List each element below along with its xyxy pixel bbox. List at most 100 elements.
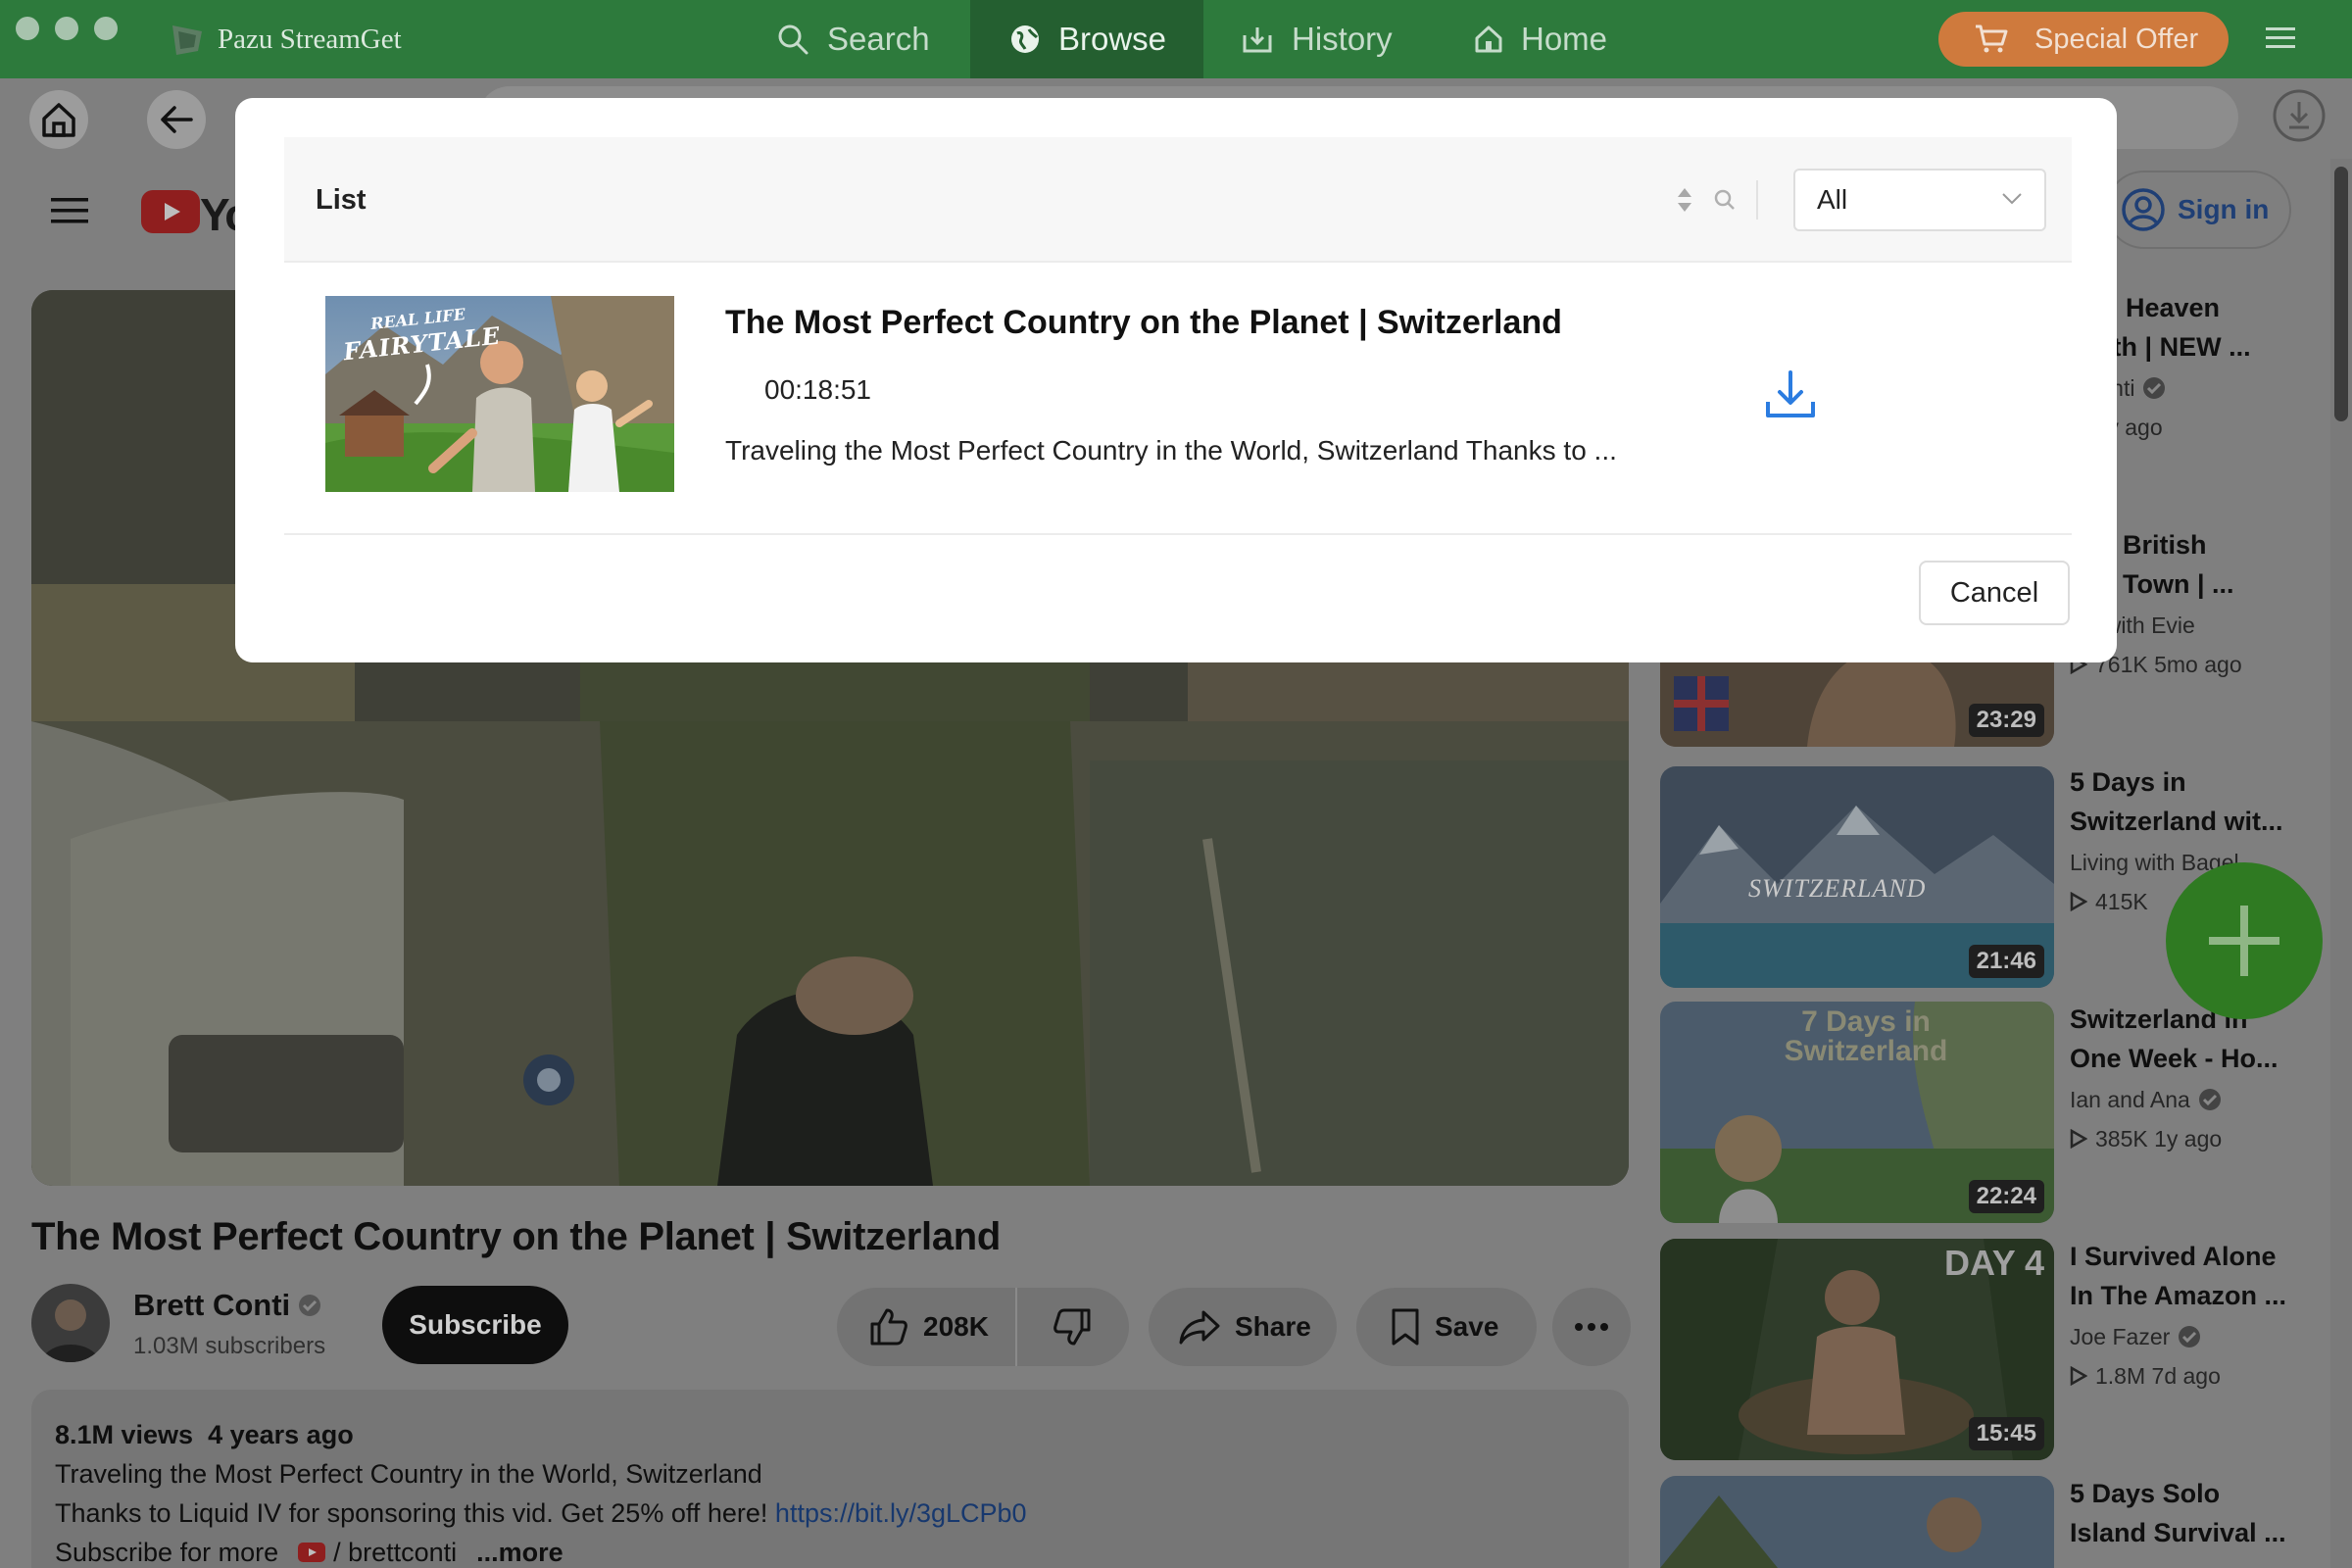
item-description: Traveling the Most Perfect Country in th… [725,435,1617,466]
thumbs-down-icon [1054,1308,1091,1346]
more-description[interactable]: ...more [476,1533,564,1568]
channel-handle[interactable]: / brettconti [333,1533,457,1568]
sidebar-thumbnail[interactable] [1660,1476,2054,1568]
special-offer-button[interactable]: Special Offer [1938,12,2229,67]
channel-name[interactable]: Brett Conti [133,1288,321,1323]
sidebar-thumbnail[interactable]: DAY 4 15:45 [1660,1239,2054,1460]
nav-search[interactable]: Search [776,0,962,78]
bookmark-icon [1392,1308,1419,1346]
sidebar-meta-text: 1.8M 7d ago [2095,1363,2221,1389]
verified-icon [2143,377,2166,399]
sidebar-video-title[interactable]: 5 Days in Switzerland wit... [2070,762,2283,841]
share-label: Share [1235,1311,1311,1342]
scrollbar-thumb[interactable] [2334,167,2348,421]
nav-history[interactable]: History [1241,0,1417,78]
cancel-button[interactable]: Cancel [1919,561,2070,625]
nav-home-label: Home [1521,21,1608,57]
sidebar-meta-text: 415K [2095,889,2148,914]
sidebar-channel: Ian and Ana [2070,1080,2222,1119]
app-titlebar: Pazu StreamGet Search Browse History Hom… [0,0,2352,78]
sidebar-thumbnail[interactable]: SWITZERLAND 21:46 [1660,766,2054,988]
sidebar-title-line: One Week - Ho... [2070,1044,2278,1073]
thumbnail-text: DAY 4 [1944,1243,2045,1283]
window-close-button[interactable] [16,17,39,40]
sidebar-title-line: I Survived Alone [2070,1242,2277,1271]
sidebar-title-line: In The Amazon ... [2070,1281,2287,1310]
nav-home[interactable]: Home [1474,0,1641,78]
verified-icon [2198,1089,2221,1110]
sidebar-thumbnail[interactable]: 7 Days in Switzerland 22:24 [1660,1002,2054,1223]
sidebar-channel: Joe Fazer [2070,1317,2201,1356]
filter-value: All [1817,184,1848,215]
sidebar-video-title[interactable]: I Survived Alone In The Amazon ... [2070,1237,2286,1315]
channel-avatar[interactable] [31,1284,110,1362]
description-line-1: Traveling the Most Perfect Country in th… [55,1459,762,1489]
youtube-mini-icon [298,1543,326,1562]
nav-history-label: History [1292,21,1393,57]
item-thumbnail: REAL LIFE FAIRYTALE [325,296,674,492]
save-label: Save [1435,1311,1499,1342]
app-logo-icon [172,25,202,55]
like-count: 208K [923,1311,989,1342]
arrow-left-icon [161,106,193,133]
thumbnail-text: SWITZERLAND [1748,874,1927,903]
youtube-menu-icon[interactable] [51,196,90,225]
sign-in-label: Sign in [2178,194,2270,224]
verified-icon [2179,1326,2201,1348]
nav-browse-label: Browse [1058,21,1167,57]
globe-icon [1011,25,1039,53]
download-list-dialog: List All REAL LIFE FAIRYTALE The Most Pe… [235,98,2117,662]
app-title: Pazu StreamGet [218,24,402,55]
save-button[interactable]: Save [1356,1288,1537,1366]
share-button[interactable]: Share [1149,1288,1337,1366]
share-arrow-icon [1179,1310,1220,1345]
play-views-icon [2070,1366,2087,1386]
video-title: The Most Perfect Country on the Planet |… [31,1215,1002,1258]
video-description[interactable]: 8.1M views 4 years ago Traveling the Mos… [31,1390,1629,1568]
account-icon [2122,188,2165,231]
list-label: List [316,184,367,216]
sidebar-title-line: Island Survival ... [2070,1518,2286,1547]
search-icon[interactable] [1713,188,1737,212]
cart-icon [1976,24,2008,53]
download-circle-icon[interactable] [2272,88,2327,143]
sidebar-video-meta: 415K [2070,882,2148,921]
sidebar-title-line: Switzerland wit... [2070,807,2283,836]
video-duration: 15:45 [1968,1417,2044,1450]
sponsor-link[interactable]: https://bit.ly/3gLCPb0 [775,1498,1027,1528]
thumbs-up-icon [870,1308,907,1346]
sidebar-title-line: 5 Days Solo [2070,1479,2221,1508]
sidebar-video-title[interactable]: 5 Days Solo Island Survival ... [2070,1474,2286,1552]
sidebar-meta-text: 761K 5mo ago [2095,652,2242,677]
more-actions-button[interactable] [1552,1288,1631,1366]
sort-icon[interactable] [1676,186,1693,214]
home-icon [1475,25,1502,53]
add-download-fab[interactable] [2166,862,2323,1019]
description-line-3: Subscribe for more [55,1538,279,1567]
dislike-button[interactable] [1017,1288,1127,1366]
like-dislike-group: 208K [837,1288,1129,1366]
hamburger-menu-icon[interactable] [2264,24,2297,53]
subscribe-button[interactable]: Subscribe [382,1286,568,1364]
upload-age: 4 years ago [208,1420,354,1449]
window-maximize-button[interactable] [94,17,118,40]
sidebar-video-meta: 385K 1y ago [2070,1119,2222,1158]
sidebar-channel-name: Joe Fazer [2070,1324,2171,1349]
search-icon [778,24,808,55]
video-duration: 21:46 [1968,945,2044,978]
youtube-logo-icon[interactable] [141,190,200,233]
sign-in-button[interactable]: Sign in [2105,171,2291,249]
window-minimize-button[interactable] [55,17,78,40]
video-duration: 22:24 [1968,1180,2044,1213]
like-button[interactable]: 208K [837,1288,1017,1366]
sidebar-video-meta: 1.8M 7d ago [2070,1356,2221,1396]
browser-back-button[interactable] [147,90,206,149]
play-views-icon [2070,1129,2087,1149]
nav-browse[interactable]: Browse [970,0,1203,78]
sidebar-meta-text: 385K 1y ago [2095,1126,2223,1152]
video-duration: 23:29 [1968,704,2044,737]
browser-home-button[interactable] [29,90,88,149]
download-icon[interactable] [1762,367,1819,423]
item-title: The Most Perfect Country on the Planet |… [725,304,1562,341]
filter-select[interactable]: All [1793,169,2046,231]
